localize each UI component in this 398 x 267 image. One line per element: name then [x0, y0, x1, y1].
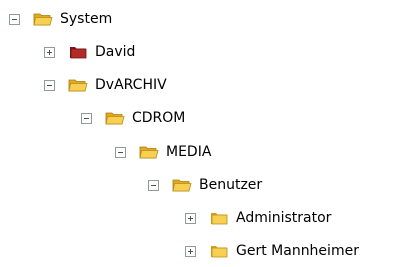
tree-node-cdrom[interactable]: CDROM — [81, 108, 186, 128]
folder-open-icon — [33, 11, 53, 27]
tree-node-benutzer[interactable]: Benutzer — [148, 175, 263, 195]
folder-tree: System David DvARCHIV CDROM MEDIA Benutz… — [0, 0, 398, 267]
collapse-toggle-icon[interactable] — [81, 112, 92, 124]
tree-node-label[interactable]: Administrator — [235, 209, 332, 227]
tree-node-media[interactable]: MEDIA — [115, 142, 212, 162]
expand-toggle-icon[interactable] — [185, 245, 196, 257]
collapse-toggle-icon[interactable] — [148, 179, 159, 191]
tree-node-label[interactable]: DvARCHIV — [94, 76, 168, 94]
tree-node-administrator[interactable]: Administrator — [185, 208, 332, 228]
tree-node-label[interactable]: MEDIA — [165, 143, 212, 161]
expand-toggle-icon[interactable] — [185, 212, 196, 224]
tree-node-label[interactable]: CDROM — [131, 109, 186, 127]
tree-node-label[interactable]: Gert Mannheimer — [235, 242, 360, 260]
collapse-toggle-icon[interactable] — [9, 13, 20, 25]
collapse-toggle-icon[interactable] — [44, 79, 55, 91]
folder-open-icon — [105, 110, 125, 126]
folder-open-icon — [139, 144, 159, 160]
tree-node-label[interactable]: System — [59, 10, 113, 28]
folder-open-icon — [172, 177, 192, 193]
tree-node-david[interactable]: David — [44, 42, 136, 62]
tree-node-label[interactable]: David — [94, 43, 136, 61]
folder-open-icon — [68, 77, 88, 93]
folder-closed-icon — [209, 210, 229, 226]
folder-closed-icon — [68, 44, 88, 60]
tree-node-system[interactable]: System — [9, 9, 113, 29]
tree-node-dvarchiv[interactable]: DvARCHIV — [44, 75, 168, 95]
collapse-toggle-icon[interactable] — [115, 146, 126, 158]
tree-node-gert-mannheimer[interactable]: Gert Mannheimer — [185, 241, 360, 261]
folder-closed-icon — [209, 243, 229, 259]
tree-node-label[interactable]: Benutzer — [198, 176, 263, 194]
expand-toggle-icon[interactable] — [44, 46, 55, 58]
